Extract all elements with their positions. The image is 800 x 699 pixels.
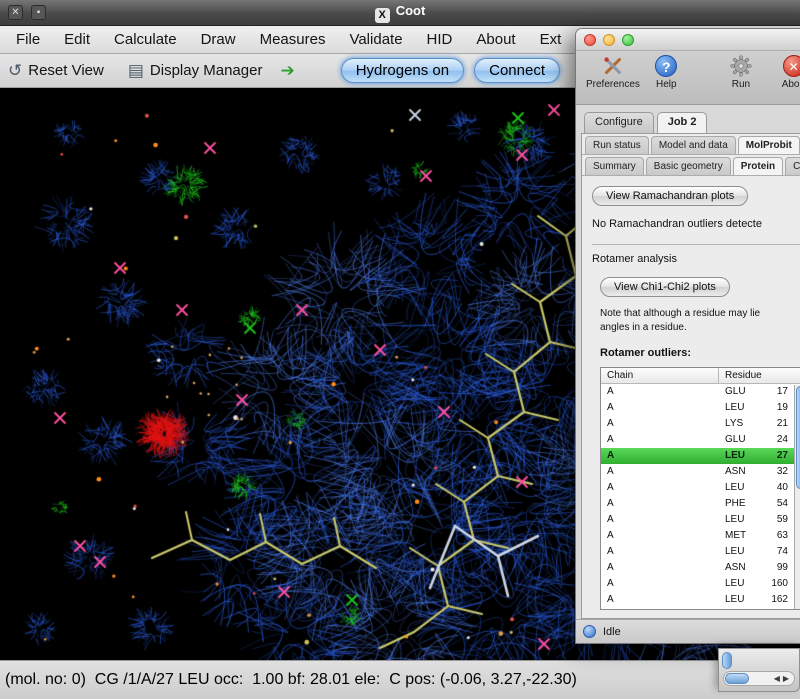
rotamer-row[interactable]: ALEU19: [601, 400, 796, 416]
rotamer-note-line1: Note that although a residue may lie: [600, 308, 760, 319]
horizontal-scrollbar-thumb[interactable]: [725, 673, 749, 684]
help-button[interactable]: ? Help: [640, 55, 693, 90]
table-scrollbar[interactable]: [794, 385, 800, 609]
status-orb-icon: [583, 625, 596, 638]
help-label: Help: [656, 79, 677, 90]
separator: [592, 244, 800, 245]
background-window-corner: ◀ ▶: [718, 648, 800, 692]
rotamer-outliers-label: Rotamer outliers:: [600, 347, 800, 359]
molprobity-dialog: Preferences ? Help: [575, 28, 800, 644]
rotamer-row[interactable]: AASN99: [601, 560, 796, 576]
dialog-zoom-button[interactable]: [622, 34, 634, 46]
rotamer-analysis-title: Rotamer analysis: [592, 253, 800, 265]
rotamer-outliers-table: Chain Residue AGLU17ALEU19ALYS21AGLU24AL…: [600, 367, 800, 610]
dialog-statusbar: Idle: [576, 619, 800, 643]
help-icon: ?: [655, 55, 677, 77]
titlebar[interactable]: ✕ ▪ XCoot: [0, 0, 800, 26]
table-header[interactable]: Chain Residue: [601, 368, 800, 384]
atom-status-text: (mol. no: 0) CG /1/A/27 LEU occ: 1.00 bf…: [0, 671, 577, 689]
menu-calculate[interactable]: Calculate: [102, 31, 189, 48]
tab-configure[interactable]: Configure: [584, 112, 654, 134]
ramachandran-message: No Ramachandran outliers detecte: [592, 218, 800, 230]
menu-draw[interactable]: Draw: [189, 31, 248, 48]
reset-view-icon[interactable]: ↺: [8, 61, 22, 81]
job-tabs: ConfigureJob 2: [576, 105, 800, 134]
notebook-panel: Run statusModel and dataMolProbit Summar…: [581, 133, 800, 619]
rotamer-row[interactable]: ALYS21: [601, 416, 796, 432]
run-button[interactable]: Run: [715, 55, 768, 90]
coot-application: ✕ ▪ XCoot FileEditCalculateDrawMeasuresV…: [0, 0, 800, 699]
vertical-scrollbar-thumb[interactable]: [722, 652, 732, 669]
abort-icon: ✕: [783, 55, 800, 77]
dialog-toolbar: Preferences ? Help: [576, 51, 800, 105]
horizontal-scrollbar[interactable]: ◀ ▶: [723, 671, 795, 686]
menu-file[interactable]: File: [4, 31, 52, 48]
menu-hid[interactable]: HID: [415, 31, 465, 48]
scroll-right-icon[interactable]: ▶: [783, 674, 789, 683]
x11-logo-icon: X: [375, 8, 390, 23]
scroll-left-icon[interactable]: ◀: [774, 674, 780, 683]
rotamer-row[interactable]: AGLU17: [601, 384, 796, 400]
run-gear-icon: [730, 55, 752, 77]
menu-about[interactable]: About: [464, 31, 527, 48]
connect-button[interactable]: Connect: [474, 58, 560, 83]
view-chi-plots-button[interactable]: View Chi1-Chi2 plots: [600, 277, 730, 297]
view-ramachandran-button[interactable]: View Ramachandran plots: [592, 186, 748, 206]
dialog-close-button[interactable]: [584, 34, 596, 46]
result-tab-summary[interactable]: Summary: [585, 157, 644, 175]
dialog-titlebar[interactable]: [576, 29, 800, 51]
menu-validate[interactable]: Validate: [337, 31, 414, 48]
section-tabs: Run statusModel and dataMolProbit: [582, 134, 800, 155]
rotamer-row[interactable]: ALEU40: [601, 480, 796, 496]
preferences-label: Preferences: [586, 79, 640, 90]
rotamer-row[interactable]: APHE54: [601, 496, 796, 512]
run-label: Run: [732, 79, 750, 90]
preferences-icon: [602, 55, 624, 77]
rotamer-row[interactable]: AMET63: [601, 528, 796, 544]
hydrogens-toggle-button[interactable]: Hydrogens on: [341, 58, 464, 83]
abort-label: Abort: [782, 79, 800, 90]
preferences-button[interactable]: Preferences: [586, 55, 640, 90]
dialog-status-text: Idle: [603, 626, 621, 638]
scroll-arrows: ◀ ▶: [774, 674, 794, 683]
abort-button[interactable]: ✕ Abort: [767, 55, 800, 90]
result-tab-c[interactable]: C: [785, 157, 800, 175]
main-statusbar: (mol. no: 0) CG /1/A/27 LEU occ: 1.00 bf…: [0, 660, 800, 699]
result-tab-protein[interactable]: Protein: [733, 157, 783, 175]
rotamer-row[interactable]: AGLU24: [601, 432, 796, 448]
display-manager-icon[interactable]: ▤: [128, 61, 144, 81]
result-tab-basic-geometry[interactable]: Basic geometry: [646, 157, 731, 175]
protein-results-panel: View Ramachandran plots No Ramachandran …: [582, 178, 800, 618]
rotamer-row[interactable]: ALEU160: [601, 576, 796, 592]
window-title-text: Coot: [396, 3, 426, 18]
dialog-minimize-button[interactable]: [603, 34, 615, 46]
table-body: AGLU17ALEU19ALYS21AGLU24ALEU27AASN32ALEU…: [601, 384, 800, 608]
residue-column-header[interactable]: Residue: [719, 368, 762, 383]
rotamer-note: Note that although a residue may lie ang…: [600, 307, 800, 335]
rotamer-row[interactable]: AASN32: [601, 464, 796, 480]
result-tabs: SummaryBasic geometryProteinC: [582, 155, 800, 176]
rotamer-row[interactable]: ALEU74: [601, 544, 796, 560]
forward-arrow-icon[interactable]: ➔: [280, 61, 294, 81]
reset-view-button[interactable]: Reset View: [28, 62, 104, 79]
rotamer-row[interactable]: ALEU59: [601, 512, 796, 528]
window-title: X Coot: [0, 3, 800, 23]
subtab-run-status[interactable]: Run status: [585, 136, 649, 154]
display-manager-button[interactable]: Display Manager: [150, 62, 263, 79]
tab-job-2[interactable]: Job 2: [657, 112, 708, 134]
rotamer-row[interactable]: ALEU27: [601, 448, 796, 464]
menu-ext[interactable]: Ext: [528, 31, 574, 48]
rotamer-row[interactable]: ALEU162: [601, 592, 796, 608]
menu-edit[interactable]: Edit: [52, 31, 102, 48]
subtab-molprobit[interactable]: MolProbit: [738, 136, 800, 154]
menu-measures[interactable]: Measures: [248, 31, 338, 48]
table-scrollbar-thumb[interactable]: [796, 386, 800, 489]
subtab-model-and-data[interactable]: Model and data: [651, 136, 736, 154]
chain-column-header[interactable]: Chain: [601, 368, 719, 383]
rotamer-note-line2: angles in a residue.: [600, 322, 687, 333]
